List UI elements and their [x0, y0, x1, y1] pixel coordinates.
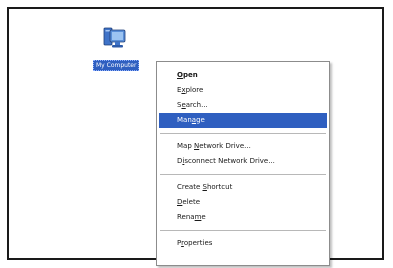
menu-item-text: Rena [177, 213, 195, 221]
menu-item-open[interactable]: Open [157, 68, 329, 83]
menu-item-text: hortcut [206, 183, 233, 191]
menu-item-rename[interactable]: Rename [157, 210, 329, 225]
menu-item-properties[interactable]: Properties [157, 236, 329, 251]
menu-item-text: ge [196, 116, 205, 124]
menu-item-text: Man [177, 116, 192, 124]
menu-item-text: Create [177, 183, 203, 191]
menu-item-text: arch... [185, 101, 208, 109]
menu-item-disconnect-network-drive[interactable]: Disconnect Network Drive... [157, 154, 329, 169]
context-menu: Open Explore Search... Manage Map Network Dr… [156, 61, 330, 266]
menu-item-map-network-drive[interactable]: Map Network Drive... [157, 139, 329, 154]
menu-item-text: elete [182, 198, 200, 206]
menu-item-text: sconnect Network Drive... [184, 157, 275, 165]
menu-item-text: plore [185, 86, 204, 94]
computer-icon [103, 27, 126, 48]
menu-item-text: etwork Drive... [199, 142, 251, 150]
menu-item-search[interactable]: Search... [157, 98, 329, 113]
menu-item-manage[interactable]: Manage [159, 113, 327, 128]
screenshot-frame: My Computer Open Explore Search... Manage Ma… [7, 7, 384, 266]
menu-item-text: Map [177, 142, 194, 150]
menu-separator [160, 174, 326, 175]
menu-item-delete[interactable]: Delete [157, 195, 329, 210]
desktop-icon-my-computer[interactable]: My Computer [89, 25, 165, 77]
menu-item-create-shortcut[interactable]: Create Shortcut [157, 180, 329, 195]
menu-item-text: e [201, 213, 206, 221]
menu-separator [160, 230, 326, 231]
menu-separator [160, 133, 326, 134]
icon-label: My Computer [93, 60, 140, 71]
menu-item-text: operties [183, 239, 213, 247]
menu-item-explore[interactable]: Explore [157, 83, 329, 98]
menu-item-text: pen [182, 71, 198, 79]
